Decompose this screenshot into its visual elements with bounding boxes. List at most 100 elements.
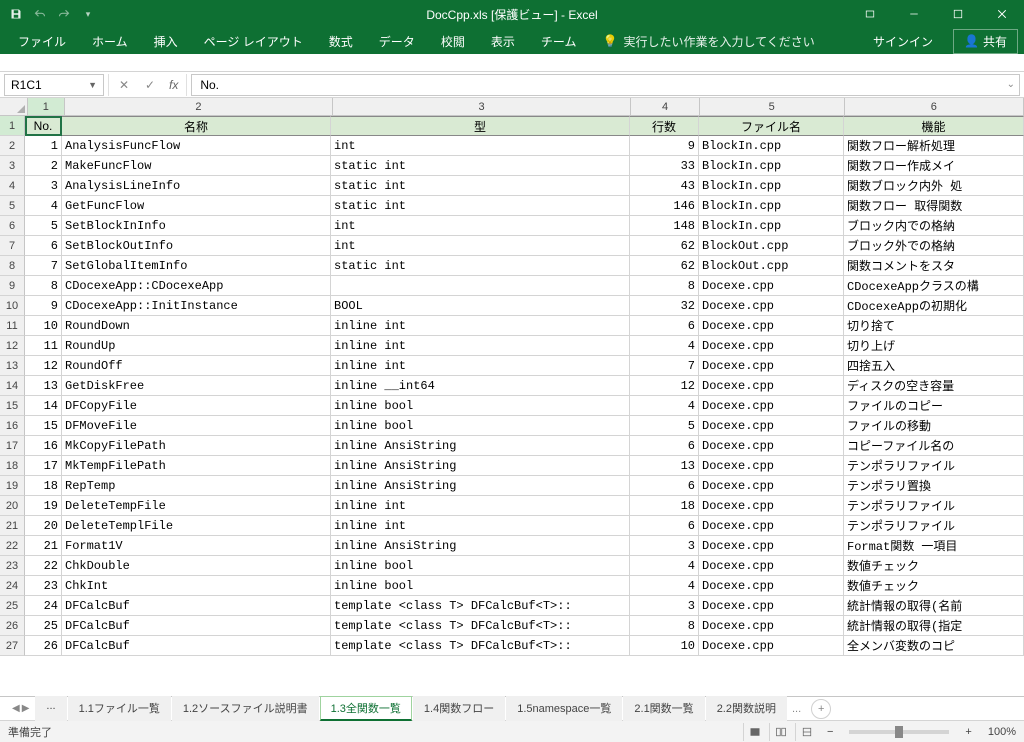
cell[interactable]: Docexe.cpp bbox=[699, 516, 844, 536]
cell[interactable]: static int bbox=[331, 176, 630, 196]
cell[interactable]: 数値チェック bbox=[844, 556, 1024, 576]
cell[interactable]: MkCopyFilePath bbox=[62, 436, 331, 456]
cell[interactable]: RoundUp bbox=[62, 336, 331, 356]
cell[interactable]: 14 bbox=[25, 396, 62, 416]
row-header[interactable]: 8 bbox=[0, 256, 25, 276]
cell[interactable]: inline __int64 bbox=[331, 376, 630, 396]
row-header[interactable]: 7 bbox=[0, 236, 25, 256]
row-header[interactable]: 2 bbox=[0, 136, 25, 156]
cell[interactable]: 7 bbox=[25, 256, 62, 276]
col-header[interactable]: 2 bbox=[65, 98, 333, 115]
cell[interactable]: テンポラリファイル bbox=[844, 456, 1024, 476]
redo-icon[interactable] bbox=[56, 6, 72, 22]
cell[interactable]: BOOL bbox=[331, 296, 630, 316]
cell[interactable]: 4 bbox=[630, 556, 699, 576]
cell[interactable]: 21 bbox=[25, 536, 62, 556]
row-header[interactable]: 19 bbox=[0, 476, 25, 496]
cell[interactable]: 4 bbox=[630, 336, 699, 356]
row-header[interactable]: 11 bbox=[0, 316, 25, 336]
cell[interactable]: inline AnsiString bbox=[331, 456, 630, 476]
cell[interactable]: 切り捨て bbox=[844, 316, 1024, 336]
cell[interactable]: SetBlockOutInfo bbox=[62, 236, 331, 256]
cell[interactable]: 8 bbox=[25, 276, 62, 296]
cell[interactable]: Docexe.cpp bbox=[699, 636, 844, 656]
cell[interactable]: ブロック内での格納 bbox=[844, 216, 1024, 236]
col-header[interactable]: 4 bbox=[631, 98, 700, 115]
cell[interactable]: 32 bbox=[630, 296, 699, 316]
cell[interactable]: CDocexeApp::CDocexeApp bbox=[62, 276, 331, 296]
sheet-nav-prev-icon[interactable]: ◀ bbox=[12, 703, 20, 714]
header-cell[interactable]: 名称 bbox=[62, 116, 331, 136]
col-header[interactable]: 6 bbox=[845, 98, 1024, 115]
cell[interactable]: 関数フロー解析処理 bbox=[844, 136, 1024, 156]
cell[interactable]: inline bool bbox=[331, 396, 630, 416]
ribbon-options-icon[interactable] bbox=[848, 0, 892, 28]
cell[interactable]: テンポラリファイル bbox=[844, 496, 1024, 516]
col-header[interactable]: 5 bbox=[700, 98, 845, 115]
row-header[interactable]: 1 bbox=[0, 116, 25, 136]
cell[interactable]: 43 bbox=[630, 176, 699, 196]
header-cell[interactable]: 機能 bbox=[844, 116, 1024, 136]
row-header[interactable]: 23 bbox=[0, 556, 25, 576]
view-pagelayout-button[interactable] bbox=[769, 723, 793, 741]
sheet-tab[interactable]: 2.1関数一覧 bbox=[623, 696, 704, 721]
header-cell[interactable]: No. bbox=[25, 116, 62, 136]
tab-ページ レイアウト[interactable]: ページ レイアウト bbox=[192, 29, 315, 54]
qat-dropdown-icon[interactable]: ▾ bbox=[80, 6, 96, 22]
cell[interactable]: 全メンバ変数のコピ bbox=[844, 636, 1024, 656]
cell[interactable]: Format1V bbox=[62, 536, 331, 556]
cell[interactable]: 9 bbox=[630, 136, 699, 156]
row-header[interactable]: 10 bbox=[0, 296, 25, 316]
cell[interactable]: ディスクの空き容量 bbox=[844, 376, 1024, 396]
cell[interactable]: 20 bbox=[25, 516, 62, 536]
cell[interactable]: inline bool bbox=[331, 576, 630, 596]
chevron-down-icon[interactable]: ▼ bbox=[88, 80, 97, 90]
cell[interactable]: 24 bbox=[25, 596, 62, 616]
sheet-overflow-icon[interactable]: ... bbox=[788, 703, 805, 715]
cell[interactable]: inline int bbox=[331, 496, 630, 516]
cell[interactable]: int bbox=[331, 236, 630, 256]
cell[interactable]: テンポラリファイル bbox=[844, 516, 1024, 536]
cell[interactable]: コピーファイル名の bbox=[844, 436, 1024, 456]
cell[interactable]: Docexe.cpp bbox=[699, 296, 844, 316]
cell[interactable]: 62 bbox=[630, 256, 699, 276]
cell[interactable]: Docexe.cpp bbox=[699, 596, 844, 616]
select-all-corner[interactable] bbox=[0, 98, 28, 115]
close-button[interactable] bbox=[980, 0, 1024, 28]
cell[interactable]: 1 bbox=[25, 136, 62, 156]
cell[interactable]: 6 bbox=[630, 436, 699, 456]
cell[interactable]: DeleteTemplFile bbox=[62, 516, 331, 536]
cell[interactable]: SetGlobalItemInfo bbox=[62, 256, 331, 276]
cell[interactable]: AnalysisLineInfo bbox=[62, 176, 331, 196]
cell[interactable]: 15 bbox=[25, 416, 62, 436]
tell-me[interactable]: 💡 実行したい作業を入力してください bbox=[602, 33, 814, 50]
cell[interactable]: 10 bbox=[630, 636, 699, 656]
fx-icon[interactable]: fx bbox=[165, 78, 182, 92]
expand-formula-icon[interactable]: ⌄ bbox=[1007, 79, 1015, 90]
sheet-tab[interactable]: 1.2ソースファイル説明書 bbox=[172, 696, 319, 721]
cell[interactable]: 18 bbox=[25, 476, 62, 496]
cell[interactable]: Docexe.cpp bbox=[699, 616, 844, 636]
cell[interactable]: 9 bbox=[25, 296, 62, 316]
cell[interactable]: AnalysisFuncFlow bbox=[62, 136, 331, 156]
cell[interactable]: inline int bbox=[331, 356, 630, 376]
cell[interactable]: 146 bbox=[630, 196, 699, 216]
save-icon[interactable] bbox=[8, 6, 24, 22]
cell[interactable]: inline int bbox=[331, 516, 630, 536]
tab-表示[interactable]: 表示 bbox=[479, 29, 527, 54]
col-header[interactable]: 3 bbox=[333, 98, 631, 115]
cell[interactable]: ファイルのコピー bbox=[844, 396, 1024, 416]
cell[interactable]: inline int bbox=[331, 336, 630, 356]
sheet-tab[interactable]: ... bbox=[35, 696, 66, 721]
cell[interactable]: BlockOut.cpp bbox=[699, 256, 844, 276]
cells[interactable]: No.名称型行数ファイル名機能1AnalysisFuncFlowint9Bloc… bbox=[25, 116, 1024, 696]
cell[interactable]: 6 bbox=[630, 516, 699, 536]
sheet-tab[interactable]: 1.3全関数一覧 bbox=[320, 696, 412, 721]
cell[interactable]: Docexe.cpp bbox=[699, 476, 844, 496]
cell[interactable]: 18 bbox=[630, 496, 699, 516]
row-header[interactable]: 27 bbox=[0, 636, 25, 656]
formula-bar[interactable]: No. ⌄ bbox=[191, 74, 1020, 96]
cell[interactable]: 13 bbox=[25, 376, 62, 396]
cell[interactable]: 10 bbox=[25, 316, 62, 336]
cell[interactable]: 62 bbox=[630, 236, 699, 256]
